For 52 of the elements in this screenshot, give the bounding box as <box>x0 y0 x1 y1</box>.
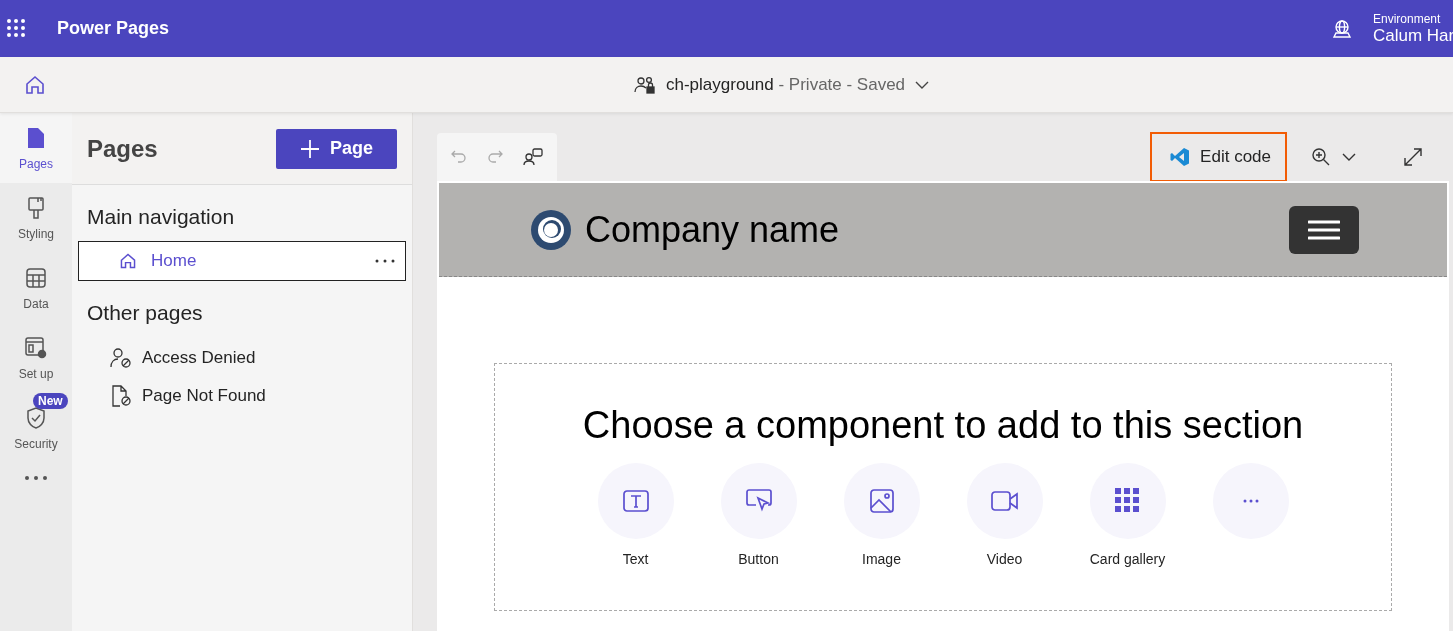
image-icon <box>869 489 894 513</box>
menu-icon <box>1308 219 1340 240</box>
component-label: Video <box>986 551 1023 567</box>
comment-person-icon[interactable] <box>523 148 543 166</box>
site-name[interactable]: ch-playground - Private - Saved <box>666 74 906 95</box>
chevron-down-icon[interactable] <box>915 79 930 90</box>
person-blocked-icon <box>110 347 132 369</box>
app-title: Power Pages <box>57 18 170 39</box>
grid-icon <box>1114 488 1141 514</box>
page-list-item[interactable]: Page Not Found <box>72 375 412 413</box>
text-box-icon <box>622 490 649 512</box>
shield-check-icon <box>25 406 47 430</box>
expand-icon[interactable] <box>1403 147 1423 167</box>
menu-button[interactable] <box>1289 205 1359 254</box>
add-page-button[interactable]: Page <box>276 128 397 169</box>
zoom-in-icon[interactable] <box>1311 147 1357 167</box>
circle-logo-icon <box>531 209 571 250</box>
panel-title: Pages <box>87 134 158 163</box>
company-name: Company name <box>585 208 840 251</box>
people-lock-icon <box>634 74 656 95</box>
component-label: Button <box>738 551 779 567</box>
home-icon[interactable] <box>24 73 46 96</box>
page-list-item[interactable]: Access Denied <box>72 337 412 375</box>
table-icon <box>25 267 47 289</box>
rail-item[interactable]: New Security <box>0 393 72 463</box>
cursor-click-icon <box>745 489 772 513</box>
document-blocked-icon <box>110 385 132 407</box>
globe-icon[interactable] <box>1331 18 1353 39</box>
home-icon <box>119 252 137 270</box>
settings-window-icon <box>24 336 48 360</box>
environment-label: Environment <box>1373 11 1442 26</box>
more-icon[interactable] <box>375 259 395 263</box>
component-label: Text <box>622 551 649 567</box>
section-prompt: Choose a component to add to this section <box>582 404 1304 447</box>
more-icon[interactable] <box>24 475 48 481</box>
code-editor-icon <box>1170 147 1191 167</box>
rail-item[interactable]: Pages <box>0 113 72 183</box>
paintbrush-icon <box>26 196 46 220</box>
component-label: Image <box>862 551 901 567</box>
component-label: Card gallery <box>1089 551 1166 567</box>
rail-item[interactable]: Styling <box>0 183 72 253</box>
page-icon <box>26 126 46 150</box>
more-icon <box>1242 499 1259 503</box>
rail-item[interactable]: Set up <box>0 323 72 393</box>
new-badge: New <box>33 393 68 409</box>
section-heading: Main navigation <box>86 204 236 230</box>
page-list-item[interactable]: Home <box>78 241 406 281</box>
section-heading: Other pages <box>86 300 204 326</box>
video-camera-icon <box>990 491 1019 511</box>
app-launcher-icon[interactable] <box>7 18 27 39</box>
plus-icon <box>300 138 320 159</box>
rail-item[interactable]: Data <box>0 253 72 323</box>
